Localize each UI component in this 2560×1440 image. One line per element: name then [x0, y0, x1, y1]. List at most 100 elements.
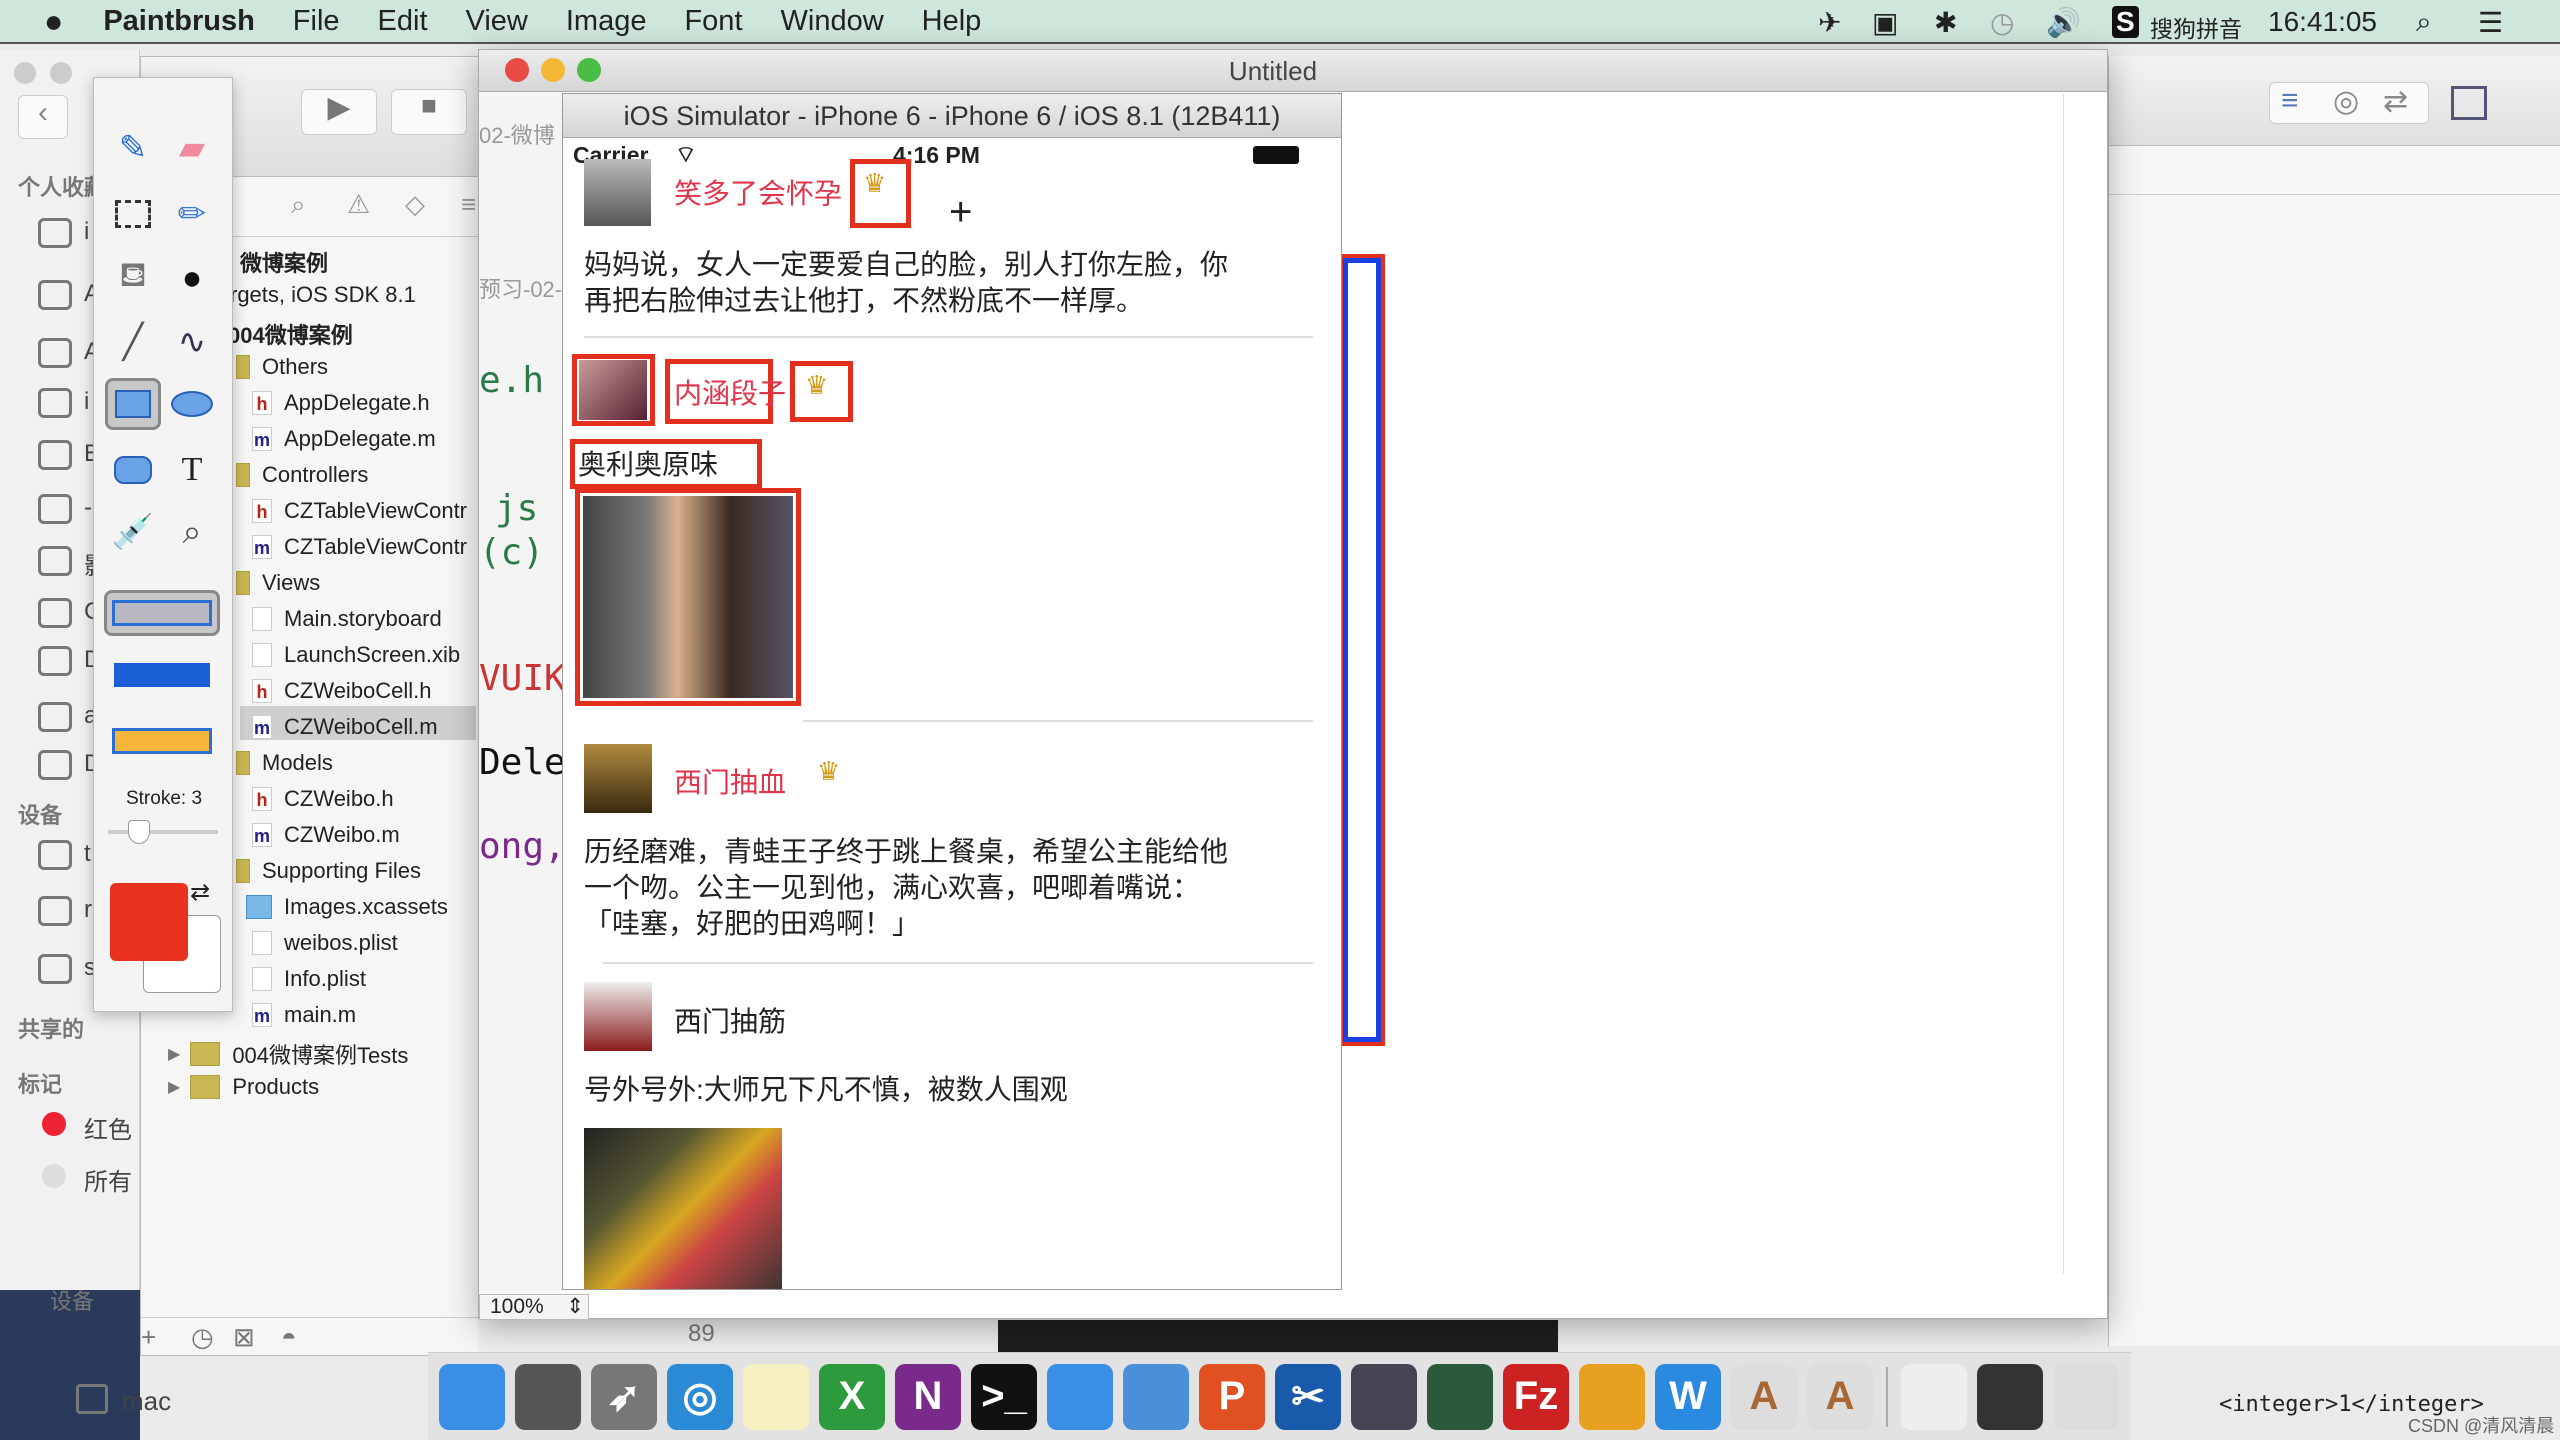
test-icon[interactable]: ◇ — [405, 189, 425, 220]
apple-icon[interactable]: ● — [44, 3, 63, 40]
primary-color-well[interactable] — [110, 883, 188, 961]
zoom-level-field[interactable]: 100% ⇕ — [479, 1294, 589, 1320]
navigator-item[interactable]: Models — [236, 750, 333, 776]
navigator-item[interactable]: Main.storyboard — [252, 606, 442, 632]
tag-red[interactable]: 红色 — [84, 1110, 132, 1145]
zoom-tool-icon[interactable]: ⌕ — [164, 506, 220, 558]
text-tool-icon[interactable]: T — [164, 444, 220, 496]
avatar[interactable] — [584, 159, 651, 226]
eraser-tool-icon[interactable]: ▰ — [164, 122, 220, 174]
dock-launchpad-icon[interactable]: ➶ — [591, 1363, 657, 1430]
sidebar-item[interactable]: t — [84, 840, 91, 868]
navigator-item[interactable]: m CZWeiboCell.m — [252, 714, 438, 740]
dock-textedit-icon[interactable]: A — [1731, 1363, 1797, 1430]
sidebar-item[interactable]: i — [84, 388, 89, 416]
spotlight-icon[interactable]: ⌕ — [2416, 6, 2432, 39]
dock-notes-icon[interactable] — [743, 1363, 809, 1430]
user-name[interactable]: 西门抽筋 — [674, 1000, 786, 1040]
dock-word-icon[interactable]: W — [1655, 1363, 1721, 1430]
navigator-toggle-icon[interactable] — [2451, 86, 2487, 120]
user-name[interactable]: 西门抽血 — [674, 761, 786, 801]
bluetooth-icon[interactable]: ✱ — [1934, 6, 1957, 39]
add-icon[interactable]: + — [141, 1322, 156, 1353]
time-machine-icon[interactable]: ◷ — [1990, 6, 2014, 39]
menu-font[interactable]: Font — [684, 5, 742, 38]
disk-mac[interactable]: mac — [122, 1386, 171, 1417]
back-button[interactable]: ‹ — [18, 95, 68, 139]
navigator-item[interactable]: m CZTableViewContr — [252, 534, 467, 560]
navigator-item[interactable]: Views — [236, 570, 320, 596]
dock-screenshot-icon[interactable]: ✂ — [1275, 1363, 1341, 1430]
sogou-icon[interactable]: S — [2112, 6, 2139, 38]
selection-tool-icon[interactable] — [105, 188, 161, 240]
dock-finder-icon[interactable] — [439, 1363, 505, 1430]
navigator-item[interactable]: 微博案例 — [240, 246, 328, 278]
dock-textedit-icon[interactable]: A — [1807, 1363, 1873, 1430]
ellipse-tool-icon[interactable] — [164, 378, 220, 430]
menu-image[interactable]: Image — [566, 5, 647, 38]
avatar[interactable] — [584, 982, 652, 1051]
stroke-style-fill[interactable] — [104, 652, 220, 698]
pencil-tool-icon[interactable]: ✏ — [164, 188, 220, 240]
zoom-button[interactable] — [577, 58, 601, 82]
search-icon[interactable]: ⌕ — [291, 189, 306, 221]
paint-bucket-tool-icon[interactable]: ⛾ — [105, 252, 161, 304]
recent-icon[interactable]: ◷ — [191, 1322, 214, 1353]
navigator-item[interactable]: rgets, iOS SDK 8.1 — [230, 282, 416, 308]
navigator-item[interactable]: 004微博案例 — [228, 318, 353, 350]
swap-colors-icon[interactable]: ⇄ — [190, 878, 210, 907]
dock-imovie-icon[interactable] — [1351, 1363, 1417, 1430]
navigator-item[interactable]: Controllers — [236, 462, 368, 488]
version-editor-icon[interactable]: ⇄ — [2383, 84, 2408, 119]
run-button[interactable]: ▶ — [301, 89, 377, 135]
standard-editor-icon[interactable]: ≡ — [2281, 84, 2299, 118]
user-name[interactable]: 内涵段子 — [674, 372, 786, 412]
disclosure-triangle-icon[interactable]: ▶ — [168, 1077, 180, 1097]
sidebar-item[interactable]: - — [84, 494, 92, 522]
debug-icon[interactable]: ≡ — [461, 189, 476, 220]
line-tool-icon[interactable]: ╱ — [105, 316, 161, 368]
input-method-label[interactable]: 搜狗拼音 — [2150, 10, 2242, 44]
minimize-button[interactable] — [541, 58, 565, 82]
dock-terminal-icon[interactable]: >_ — [971, 1363, 1037, 1430]
navigator-item[interactable]: m main.m — [252, 1002, 356, 1028]
volume-icon[interactable]: 🔊 — [2046, 6, 2081, 39]
menu-help[interactable]: Help — [922, 5, 982, 38]
stroke-style-fill-outline[interactable] — [104, 718, 220, 764]
paintbrush-tool-icon[interactable]: ✎ — [105, 122, 161, 174]
dock-powerpoint-icon[interactable]: P — [1199, 1363, 1265, 1430]
navigator-item[interactable]: Supporting Files — [236, 858, 421, 884]
navigator-item[interactable]: m CZWeibo.m — [252, 822, 400, 848]
menu-view[interactable]: View — [466, 5, 528, 38]
clock[interactable]: 16:41:05 — [2268, 6, 2377, 38]
warning-icon[interactable]: ⚠ — [347, 189, 370, 220]
user-name[interactable]: 笑多了会怀孕 — [674, 172, 842, 212]
dock-excel-icon[interactable]: X — [819, 1363, 885, 1430]
assistant-editor-icon[interactable]: ◎ — [2333, 84, 2359, 119]
navigator-item[interactable]: Others — [236, 354, 328, 380]
stroke-slider-thumb[interactable] — [128, 820, 150, 844]
navigator-item[interactable]: LaunchScreen.xib — [252, 642, 460, 668]
navigator-item[interactable]: Images.xcassets — [246, 894, 448, 920]
dock-trash-icon[interactable] — [2053, 1363, 2119, 1430]
menu-edit[interactable]: Edit — [378, 5, 428, 38]
dock-filezilla-icon[interactable]: Fz — [1503, 1363, 1569, 1430]
dock-downloads-icon[interactable] — [1901, 1363, 1967, 1430]
navigator-item[interactable]: weibos.plist — [252, 930, 398, 956]
menu-app-name[interactable]: Paintbrush — [103, 5, 254, 38]
menu-window[interactable]: Window — [781, 5, 884, 38]
stroke-style-outline[interactable] — [104, 590, 220, 636]
minimize-button[interactable] — [50, 62, 72, 84]
avatar[interactable] — [579, 360, 647, 420]
dock-preview-icon[interactable] — [1123, 1363, 1189, 1430]
close-button[interactable] — [14, 62, 36, 84]
navigator-item[interactable]: ▶ Products — [168, 1074, 319, 1100]
dock-onenote-icon[interactable]: N — [895, 1363, 961, 1430]
sidebar-item[interactable]: r — [84, 896, 92, 924]
dock-safari-icon[interactable]: ◎ — [667, 1363, 733, 1430]
airplane-icon[interactable]: ✈ — [1818, 6, 1841, 39]
navigator-item[interactable]: h AppDelegate.h — [252, 390, 430, 416]
navigator-item[interactable]: h CZTableViewContr — [252, 498, 467, 524]
curve-tool-icon[interactable]: ∿ — [164, 316, 220, 368]
avatar[interactable] — [584, 744, 652, 813]
